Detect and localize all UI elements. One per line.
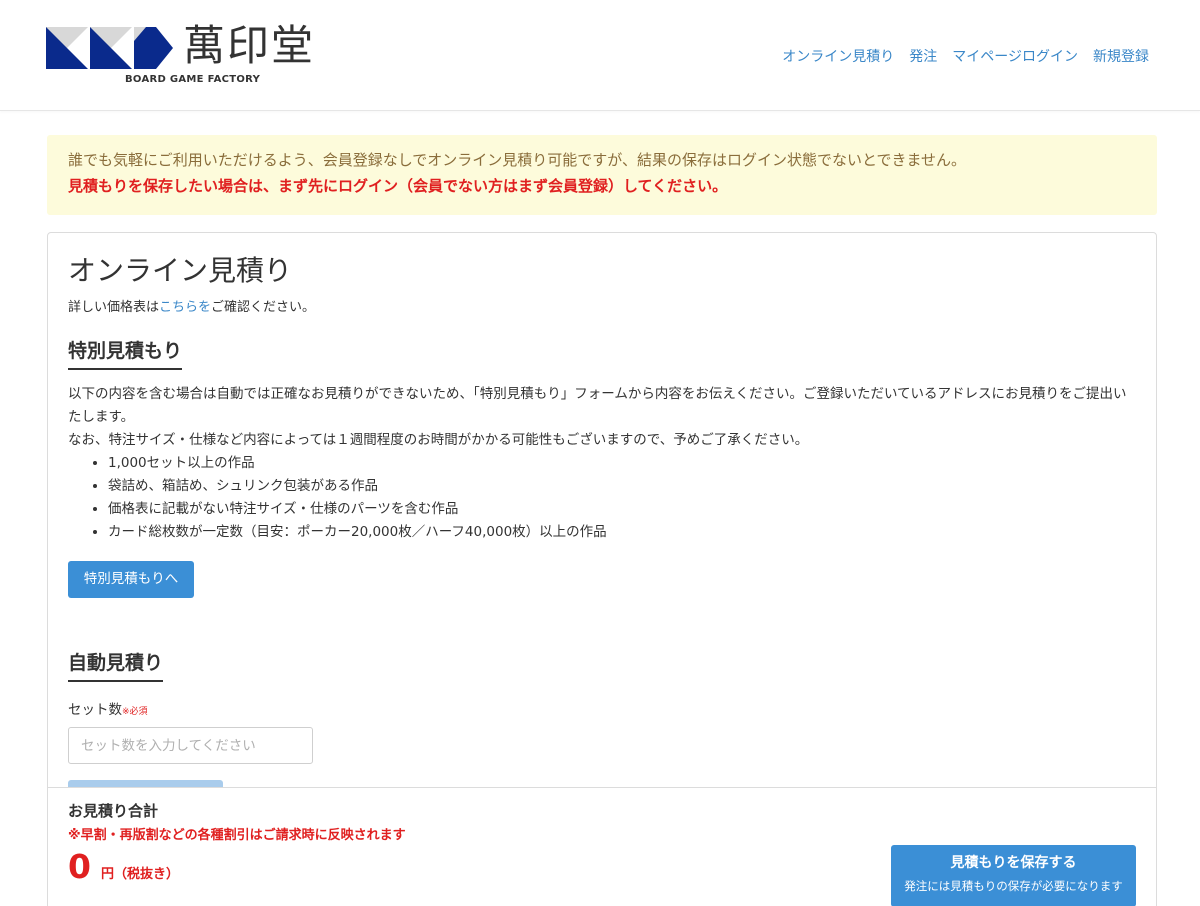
login-notice: 誰でも気軽にご利用いただけるよう、会員登録なしでオンライン見積り可能ですが、結果…	[47, 135, 1157, 215]
price-note: 詳しい価格表はこちらをご確認ください。	[68, 296, 315, 315]
page-title: オンライン見積り	[68, 254, 293, 287]
notice-warning: 見積もりを保存したい場合は、まず先にログイン（会員でない方はまず会員登録）してく…	[68, 177, 728, 195]
special-desc-2: なお、特注サイズ・仕様など内容によっては１週間程度のお時間がかかる可能性もござい…	[68, 432, 809, 448]
special-estimate-description: 以下の内容を含む場合は自動では正確なお見積りができないため、「特別見積もり」フォ…	[68, 383, 1138, 452]
price-table-link[interactable]: こちらを	[159, 300, 211, 315]
price-note-prefix: 詳しい価格表は	[68, 300, 160, 315]
set-count-label-text: セット数	[68, 702, 122, 718]
logo-subtitle: BOARD GAME FACTORY	[125, 74, 261, 85]
save-estimate-button[interactable]: 見積もりを保存する 発注には見積もりの保存が必要になります	[891, 845, 1136, 906]
special-desc-1: 以下の内容を含む場合は自動では正確なお見積りができないため、「特別見積もり」フォ…	[68, 386, 1127, 425]
required-mark: ※必須	[122, 707, 148, 717]
special-estimate-button[interactable]: 特別見積もりへ	[68, 561, 194, 598]
list-item: 1,000セット以上の作品	[108, 452, 607, 475]
nav-order[interactable]: 発注	[909, 46, 937, 66]
discount-note: ※早割・再版割などの各種割引はご請求時に反映されます	[68, 828, 406, 843]
nav-mypage-login[interactable]: マイページログイン	[952, 46, 1078, 66]
total-title: お見積り合計	[68, 802, 159, 820]
site-logo[interactable]: 萬印堂 BOARD GAME FACTORY	[46, 22, 336, 90]
set-count-input[interactable]	[68, 727, 313, 764]
set-count-label: セット数※必須	[68, 698, 148, 718]
total-amount-unit: 円（税抜き）	[100, 867, 179, 882]
special-estimate-heading: 特別見積もり	[68, 336, 183, 370]
site-header: 萬印堂 BOARD GAME FACTORY オンライン見積り 発注 マイページ…	[0, 0, 1200, 111]
logo-mark-icon	[46, 27, 173, 69]
total-amount: 0 円（税抜き）	[68, 847, 179, 886]
nav-register[interactable]: 新規登録	[1093, 46, 1149, 66]
save-estimate-label: 見積もりを保存する	[950, 855, 1077, 871]
list-item: 価格表に記載がない特注サイズ・仕様のパーツを含む作品	[108, 498, 607, 521]
price-note-suffix: ご確認ください。	[211, 300, 316, 315]
logo-kanji: 萬印堂	[183, 21, 316, 70]
list-item: カード総枚数が一定数（目安：ポーカー20,000枚／ハーフ40,000枚）以上の…	[108, 521, 607, 544]
list-item: 袋詰め、箱詰め、シュリンク包装がある作品	[108, 475, 607, 498]
special-conditions-list: 1,000セット以上の作品 袋詰め、箱詰め、シュリンク包装がある作品 価格表に記…	[108, 452, 607, 544]
estimate-total-bar: お見積り合計 ※早割・再版割などの各種割引はご請求時に反映されます 0 円（税抜き…	[48, 787, 1156, 906]
notice-text: 誰でも気軽にご利用いただけるよう、会員登録なしでオンライン見積り可能ですが、結果…	[68, 151, 967, 169]
main-nav: オンライン見積り 発注 マイページログイン 新規登録	[767, 46, 1149, 66]
save-estimate-sublabel: 発注には見積もりの保存が必要になります	[904, 879, 1123, 893]
total-amount-value: 0	[68, 847, 91, 886]
auto-estimate-heading: 自動見積り	[68, 648, 164, 682]
nav-online-estimate[interactable]: オンライン見積り	[782, 46, 894, 66]
